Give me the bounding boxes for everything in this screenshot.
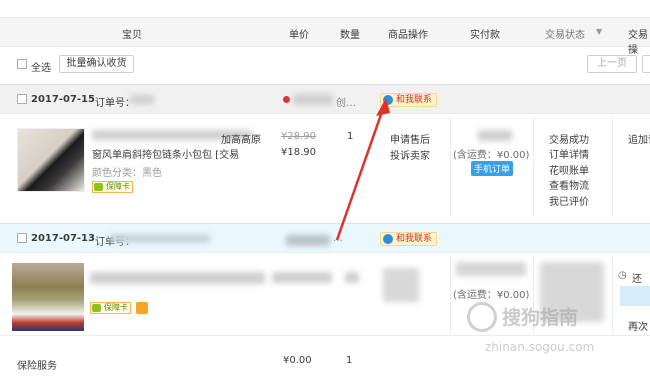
arrowhead [376,98,390,116]
watermark-brand: 搜狗指南 [502,307,579,329]
watermark-url: zhinan.sogou.com [485,340,595,354]
sogou-logo-icon [467,302,497,332]
arrow-line [335,105,386,241]
